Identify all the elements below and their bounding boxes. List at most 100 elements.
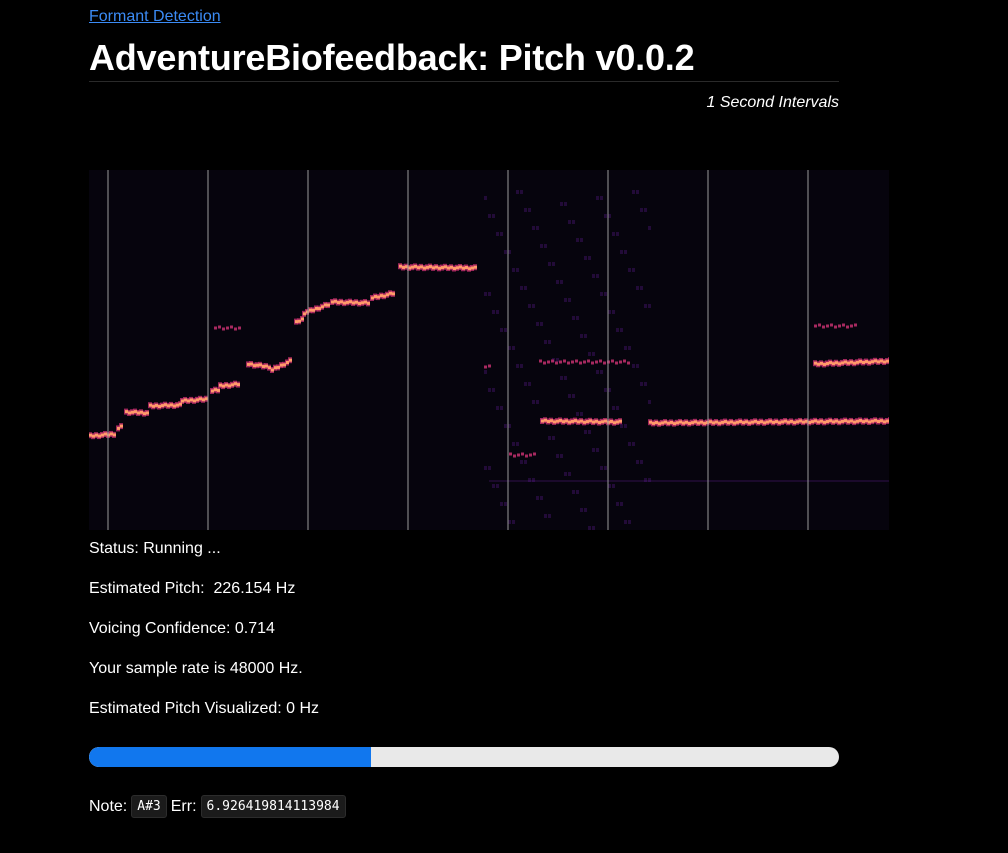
spectrogram-noise bbox=[537, 480, 540, 482]
pitch-track-point bbox=[349, 300, 352, 304]
harmonic-point bbox=[814, 324, 817, 328]
spectrogram-noise bbox=[816, 480, 819, 482]
spectrogram-noise bbox=[600, 292, 603, 296]
spectrogram-noise bbox=[616, 406, 619, 410]
pitch-track-point bbox=[247, 362, 250, 366]
pitch-track-point bbox=[228, 384, 231, 388]
spectrogram-noise bbox=[660, 480, 663, 482]
pitch-track-point bbox=[868, 420, 871, 424]
pitch-track-point bbox=[196, 398, 199, 402]
pitch-track-point bbox=[832, 420, 835, 424]
spectrogram-noise bbox=[520, 460, 523, 464]
spectrogram-noise bbox=[496, 406, 499, 410]
spectrogram-noise bbox=[867, 480, 870, 482]
pitch-track-point bbox=[361, 301, 364, 305]
pitch-track-point bbox=[751, 420, 754, 424]
pitch-track-point bbox=[268, 366, 271, 370]
pitch-track-point bbox=[589, 419, 592, 423]
note-value: A#3 bbox=[131, 795, 167, 818]
spectrogram-noise bbox=[636, 286, 639, 290]
spectrogram-noise bbox=[864, 480, 867, 482]
pitch-track-point bbox=[616, 420, 619, 424]
spectrogram-noise bbox=[628, 346, 631, 350]
spectrogram-noise bbox=[588, 430, 591, 434]
harmonic-point bbox=[838, 324, 841, 328]
spectrogram-noise bbox=[777, 480, 780, 482]
spectrogram-noise bbox=[849, 480, 852, 482]
spectrogram-noise bbox=[693, 480, 696, 482]
spectrogram-noise bbox=[496, 232, 499, 236]
spectrogram-noise bbox=[717, 480, 720, 482]
harmonic-point bbox=[850, 324, 853, 328]
pitch-track-point bbox=[694, 420, 697, 424]
pitch-track-point bbox=[364, 300, 367, 304]
spectrogram-noise bbox=[504, 502, 507, 506]
spectrogram-noise bbox=[591, 480, 594, 482]
spectrogram-noise bbox=[504, 424, 507, 428]
spectrogram-noise bbox=[564, 472, 567, 476]
pitch-track-point bbox=[392, 292, 395, 296]
err-value: 6.926419814113984 bbox=[200, 795, 346, 818]
pitch-track-point bbox=[199, 397, 202, 401]
spectrogram-noise bbox=[604, 214, 607, 218]
pitch-track-point bbox=[158, 405, 161, 408]
spectrogram-noise bbox=[789, 480, 792, 482]
pitch-track-point bbox=[303, 312, 306, 316]
spectrogram-noise bbox=[568, 220, 571, 224]
pitch-track-point bbox=[286, 361, 289, 364]
pitch-track-point bbox=[748, 421, 751, 425]
pitch-track-point bbox=[471, 266, 474, 270]
pitch-track-point bbox=[880, 419, 883, 423]
spectrogram-noise bbox=[876, 480, 879, 482]
pitch-track-point bbox=[447, 266, 450, 270]
spectrogram-noise bbox=[843, 480, 846, 482]
pitch-track-point bbox=[856, 360, 859, 364]
spectrogram-noise bbox=[520, 286, 523, 290]
pitch-track-point bbox=[841, 419, 844, 423]
pitch-track-point bbox=[432, 266, 435, 270]
spectrogram-noise bbox=[600, 466, 603, 470]
pitch-track-point bbox=[274, 366, 277, 370]
spectrogram-noise bbox=[726, 480, 729, 482]
spectrogram-noise bbox=[729, 480, 732, 482]
harmonic-point bbox=[509, 452, 512, 456]
title-divider bbox=[89, 81, 839, 82]
harmonic-point bbox=[611, 359, 614, 363]
pitch-track-point bbox=[685, 420, 688, 424]
pitch-track-point bbox=[577, 420, 580, 424]
spectrogram-noise bbox=[564, 376, 567, 380]
spectrogram-noise bbox=[644, 304, 647, 308]
note-label: Note: bbox=[89, 797, 128, 815]
spectrogram-noise bbox=[768, 480, 771, 482]
pitch-track-point bbox=[420, 265, 423, 269]
spectrogram-noise bbox=[597, 480, 600, 482]
spectrogram-noise bbox=[753, 480, 756, 482]
pitch-track-point bbox=[170, 403, 173, 407]
spectrogram-noise bbox=[580, 412, 583, 416]
pitch-track-point bbox=[128, 411, 131, 415]
spectrogram-noise bbox=[592, 448, 595, 452]
harmonic-point bbox=[623, 359, 626, 363]
pitch-track-point bbox=[826, 420, 829, 424]
harmonic-point bbox=[214, 326, 217, 330]
pitch-track-point bbox=[742, 421, 745, 425]
spectrogram-noise bbox=[525, 480, 528, 482]
pitch-track-point bbox=[389, 291, 392, 295]
spectrogram-noise bbox=[651, 480, 654, 482]
spectrogram-noise bbox=[488, 388, 491, 392]
spectrogram-noise bbox=[564, 202, 567, 206]
spectrogram-noise bbox=[564, 480, 567, 482]
spectrogram-noise bbox=[572, 394, 575, 398]
spectrogram-noise bbox=[510, 480, 513, 482]
spectrogram-noise bbox=[765, 480, 768, 482]
pitch-track-point bbox=[718, 421, 721, 425]
pitch-track-point bbox=[352, 301, 355, 305]
spectrogram-noise bbox=[552, 436, 555, 440]
harmonic-point bbox=[619, 360, 622, 364]
pitch-track-point bbox=[604, 419, 607, 423]
pitch-track-point bbox=[865, 360, 868, 364]
spectrogram-noise bbox=[616, 502, 619, 506]
formant-detection-link[interactable]: Formant Detection bbox=[89, 8, 221, 26]
spectrogram-noise bbox=[548, 340, 551, 344]
note-row: Note: A#3 Err: 6.926419814113984 bbox=[89, 795, 346, 818]
